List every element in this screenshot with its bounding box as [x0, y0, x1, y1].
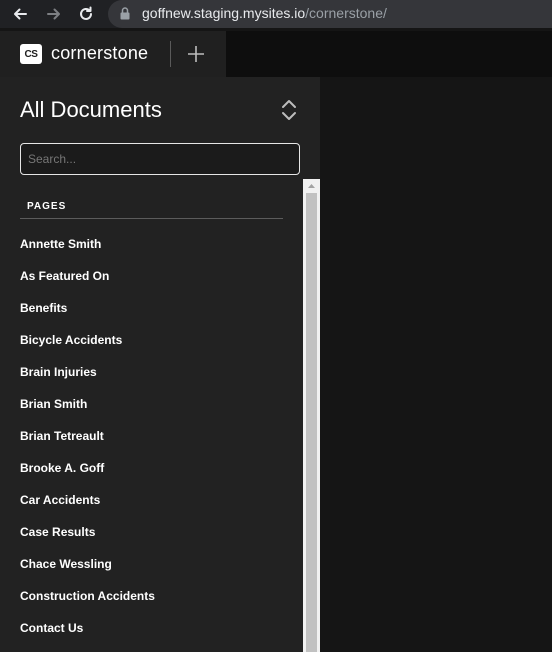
list-item[interactable]: Case Results — [0, 516, 303, 548]
section-divider — [20, 218, 283, 219]
url-text: goffnew.staging.mysites.io/cornerstone/ — [142, 5, 387, 21]
lock-icon — [120, 7, 130, 20]
sidebar-scrollbar[interactable] — [303, 179, 320, 652]
caret-up-icon — [308, 184, 315, 188]
list-item[interactable]: Chace Wessling — [0, 548, 303, 580]
chevron-up-down-icon — [282, 100, 296, 120]
browser-toolbar: goffnew.staging.mysites.io/cornerstone/ — [0, 0, 552, 28]
url-host: goffnew.staging.mysites.io — [142, 5, 306, 21]
scroll-thumb[interactable] — [306, 193, 317, 652]
header-empty-area — [226, 31, 552, 77]
search-input[interactable] — [20, 143, 300, 175]
main-content-area — [320, 77, 552, 652]
back-button[interactable] — [8, 2, 32, 26]
url-path: /cornerstone/ — [305, 5, 387, 21]
sidebar-title: All Documents — [20, 97, 162, 122]
list-item[interactable]: As Featured On — [0, 260, 303, 292]
page-list: Annette Smith As Featured On Benefits Bi… — [0, 228, 303, 644]
list-item[interactable]: Contact Us — [0, 612, 303, 644]
logo[interactable]: CS — [20, 44, 42, 64]
list-item[interactable]: Brain Injuries — [0, 356, 303, 388]
documents-sidebar: All Documents PAGES Annette Smith As Fea… — [0, 77, 320, 652]
arrow-right-icon — [47, 8, 60, 20]
arrow-left-icon — [14, 8, 27, 20]
reload-button[interactable] — [74, 2, 98, 26]
header-divider — [170, 41, 171, 67]
brand-name: cornerstone — [51, 43, 149, 63]
list-item[interactable]: Benefits — [0, 292, 303, 324]
plus-icon — [188, 46, 204, 62]
section-label-pages: PAGES — [27, 201, 67, 212]
list-item[interactable]: Brian Smith — [0, 388, 303, 420]
list-item[interactable]: Brooke A. Goff — [0, 452, 303, 484]
list-item[interactable]: Car Accidents — [0, 484, 303, 516]
scroll-up-button[interactable] — [303, 179, 320, 193]
list-item[interactable]: Annette Smith — [0, 228, 303, 260]
forward-button[interactable] — [42, 2, 66, 26]
list-item[interactable]: Bicycle Accidents — [0, 324, 303, 356]
list-item[interactable]: Construction Accidents — [0, 580, 303, 612]
app-header: CS cornerstone — [0, 31, 226, 77]
add-button[interactable] — [184, 42, 208, 66]
sort-toggle-button[interactable] — [278, 98, 300, 122]
address-bar[interactable]: goffnew.staging.mysites.io/cornerstone/ — [108, 0, 552, 28]
reload-icon — [80, 6, 92, 20]
list-item[interactable]: Brian Tetreault — [0, 420, 303, 452]
